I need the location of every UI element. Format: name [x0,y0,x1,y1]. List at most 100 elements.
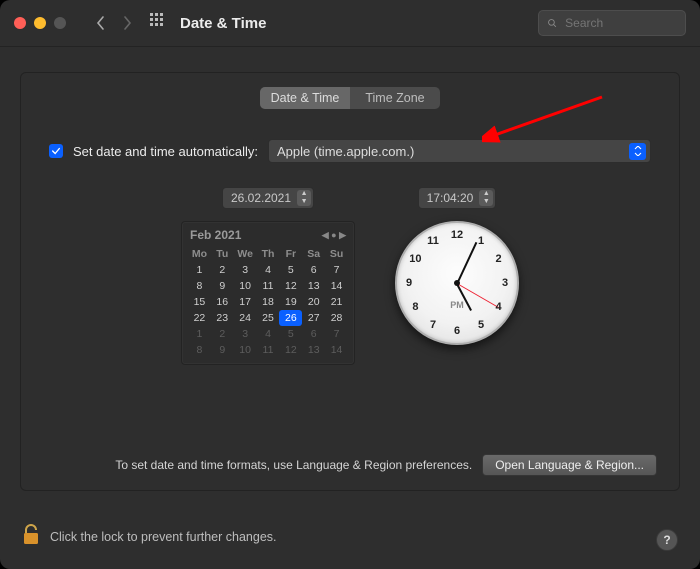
time-stepper[interactable]: 17:04:20 ▲▼ [418,187,497,209]
calendar-month-label: Feb 2021 [190,228,241,242]
calendar-day[interactable]: 26 [279,310,302,326]
clock-number: 9 [406,277,412,289]
lock-icon[interactable] [22,524,40,549]
date-value: 26.02.2021 [231,191,291,205]
clock-number: 4 [496,301,502,313]
titlebar: Date & Time [0,0,700,47]
calendar-day[interactable]: 1 [188,326,211,342]
date-stepper[interactable]: 26.02.2021 ▲▼ [222,187,314,209]
time-value: 17:04:20 [427,191,474,205]
calendar-day[interactable]: 15 [188,294,211,310]
calendar-day[interactable]: 6 [302,326,325,342]
auto-time-row: Set date and time automatically: Apple (… [49,139,651,163]
calendar-day[interactable]: 12 [279,342,302,358]
calendar-day[interactable]: 9 [211,342,234,358]
search-icon [547,17,557,29]
calendar-dow: Sa [302,246,325,262]
calendar-day[interactable]: 6 [302,262,325,278]
clock-number: 5 [478,319,484,331]
calendar-day[interactable]: 2 [211,326,234,342]
calendar-day[interactable]: 24 [234,310,257,326]
search-input[interactable] [563,15,677,31]
calendar-day[interactable]: 19 [279,294,302,310]
calendar-day[interactable]: 7 [325,326,348,342]
clock-number: 10 [409,253,421,265]
calendar-day[interactable]: 11 [257,278,280,294]
calendar-day[interactable]: 14 [325,278,348,294]
analog-clock: PM 121234567891011 [395,221,519,345]
tab-time-zone[interactable]: Time Zone [350,87,440,109]
search-field[interactable] [538,10,686,36]
calendar-day[interactable]: 27 [302,310,325,326]
calendar-day[interactable]: 8 [188,278,211,294]
calendar-day[interactable]: 1 [188,262,211,278]
minimize-window-button[interactable] [34,17,46,29]
calendar-day[interactable]: 8 [188,342,211,358]
tab-date-time[interactable]: Date & Time [260,87,350,109]
date-column: 26.02.2021 ▲▼ Feb 2021 ◀ ● ▶ MoTuWeThFrS… [181,187,355,365]
lock-text: Click the lock to prevent further change… [50,530,277,544]
auto-time-label: Set date and time automatically: [73,144,258,159]
lock-row: Click the lock to prevent further change… [22,524,277,549]
calendar-day[interactable]: 17 [234,294,257,310]
calendar-day[interactable]: 18 [257,294,280,310]
close-window-button[interactable] [14,17,26,29]
clock-number: 3 [502,277,508,289]
time-server-value: Apple (time.apple.com.) [277,144,414,159]
calendar-day[interactable]: 14 [325,342,348,358]
calendar-day[interactable]: 21 [325,294,348,310]
datetime-area: 26.02.2021 ▲▼ Feb 2021 ◀ ● ▶ MoTuWeThFrS… [43,187,657,365]
calendar-day[interactable]: 7 [325,262,348,278]
calendar-day[interactable]: 4 [257,326,280,342]
calendar-day[interactable]: 5 [279,326,302,342]
calendar-grid[interactable]: MoTuWeThFrSaSu12345678910111213141516171… [188,246,348,358]
calendar-day[interactable]: 25 [257,310,280,326]
calendar-dow: Mo [188,246,211,262]
back-button[interactable] [90,9,112,37]
calendar-day[interactable]: 5 [279,262,302,278]
calendar-day[interactable]: 10 [234,278,257,294]
calendar-day[interactable]: 4 [257,262,280,278]
calendar-day[interactable]: 12 [279,278,302,294]
open-language-region-button[interactable]: Open Language & Region... [482,454,657,476]
clock-number: 2 [496,253,502,265]
clock-number: 12 [451,229,463,241]
window-title: Date & Time [180,15,266,32]
calendar-day[interactable]: 9 [211,278,234,294]
calendar-day[interactable]: 13 [302,278,325,294]
time-server-combo[interactable]: Apple (time.apple.com.) [268,139,651,163]
zoom-window-button[interactable] [54,17,66,29]
calendar[interactable]: Feb 2021 ◀ ● ▶ MoTuWeThFrSaSu12345678910… [181,221,355,365]
calendar-day[interactable]: 10 [234,342,257,358]
time-stepper-buttons[interactable]: ▲▼ [479,190,493,206]
forward-button[interactable] [116,9,138,37]
tab-segmented-control[interactable]: Date & Time Time Zone [260,87,440,109]
calendar-day[interactable]: 22 [188,310,211,326]
calendar-day[interactable]: 20 [302,294,325,310]
calendar-nav[interactable]: ◀ ● ▶ [322,230,346,241]
time-column: 17:04:20 ▲▼ PM 121234567891011 [395,187,519,345]
calendar-dow: Su [325,246,348,262]
clock-number: 6 [454,325,460,337]
auto-time-checkbox[interactable] [49,144,63,158]
format-hint: To set date and time formats, use Langua… [43,458,472,472]
calendar-day[interactable]: 11 [257,342,280,358]
calendar-day[interactable]: 13 [302,342,325,358]
clock-pin [454,280,460,286]
calendar-day[interactable]: 16 [211,294,234,310]
calendar-day[interactable]: 23 [211,310,234,326]
calendar-dow: Th [257,246,280,262]
calendar-day[interactable]: 3 [234,262,257,278]
show-all-icon[interactable] [150,13,166,34]
traffic-lights [14,17,66,29]
help-button[interactable]: ? [656,529,678,551]
combo-arrow-icon [629,143,646,160]
content-panel: Date & Time Time Zone Set date and time … [20,72,680,491]
panel-footer: To set date and time formats, use Langua… [43,454,657,476]
calendar-day[interactable]: 3 [234,326,257,342]
calendar-dow: We [234,246,257,262]
calendar-day[interactable]: 2 [211,262,234,278]
clock-ampm: PM [450,300,464,310]
calendar-day[interactable]: 28 [325,310,348,326]
date-stepper-buttons[interactable]: ▲▼ [297,190,311,206]
